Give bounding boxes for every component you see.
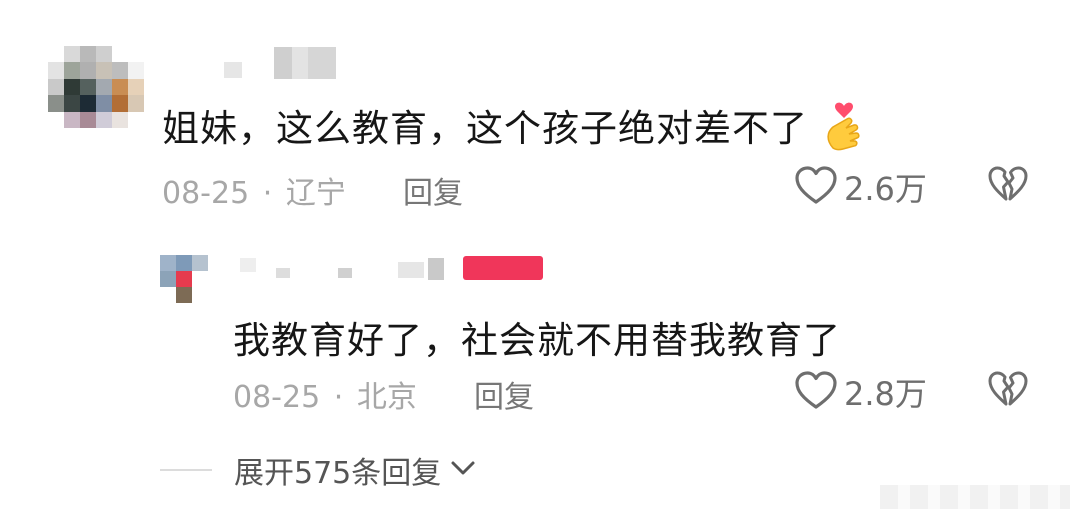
reply-button[interactable]: 回复	[403, 168, 463, 212]
broken-heart-icon	[988, 371, 1028, 412]
like-count: 2.6万	[844, 170, 927, 208]
reply-meta: 08-25 · 北京	[233, 372, 417, 416]
like-button[interactable]: 2.6万	[794, 164, 927, 210]
reply-text: 我教育好了，社会就不用替我教育了	[233, 319, 841, 362]
author-badge	[463, 256, 543, 280]
dislike-button[interactable]	[988, 165, 1028, 207]
avatar[interactable]	[48, 46, 144, 128]
comment-meta: 08-25 · 辽宁	[162, 168, 346, 212]
dislike-button[interactable]	[988, 370, 1028, 412]
heart-outline-icon	[794, 370, 838, 414]
comment-date: 08-25	[162, 176, 250, 211]
broken-heart-icon	[988, 166, 1028, 207]
like-button[interactable]: 2.8万	[794, 369, 927, 415]
like-count: 2.8万	[844, 375, 927, 413]
meta-separator: ·	[333, 380, 344, 415]
expand-replies-button[interactable]: 展开575条回复	[160, 448, 477, 492]
meta-separator: ·	[262, 176, 273, 211]
avatar[interactable]	[160, 255, 208, 303]
reply-date: 08-25	[233, 380, 321, 415]
reply-location: 北京	[356, 380, 417, 415]
heart-outline-icon	[794, 165, 838, 209]
chevron-down-icon	[449, 458, 477, 482]
divider-line	[160, 469, 212, 471]
expand-replies-label: 展开575条回复	[234, 456, 442, 491]
comment-location: 辽宁	[285, 176, 346, 211]
finger-heart-emoji-icon	[823, 100, 865, 161]
comment-text: 姐妹，这么教育，这个孩子绝对差不了	[162, 98, 865, 161]
reply-button[interactable]: 回复	[474, 372, 534, 416]
